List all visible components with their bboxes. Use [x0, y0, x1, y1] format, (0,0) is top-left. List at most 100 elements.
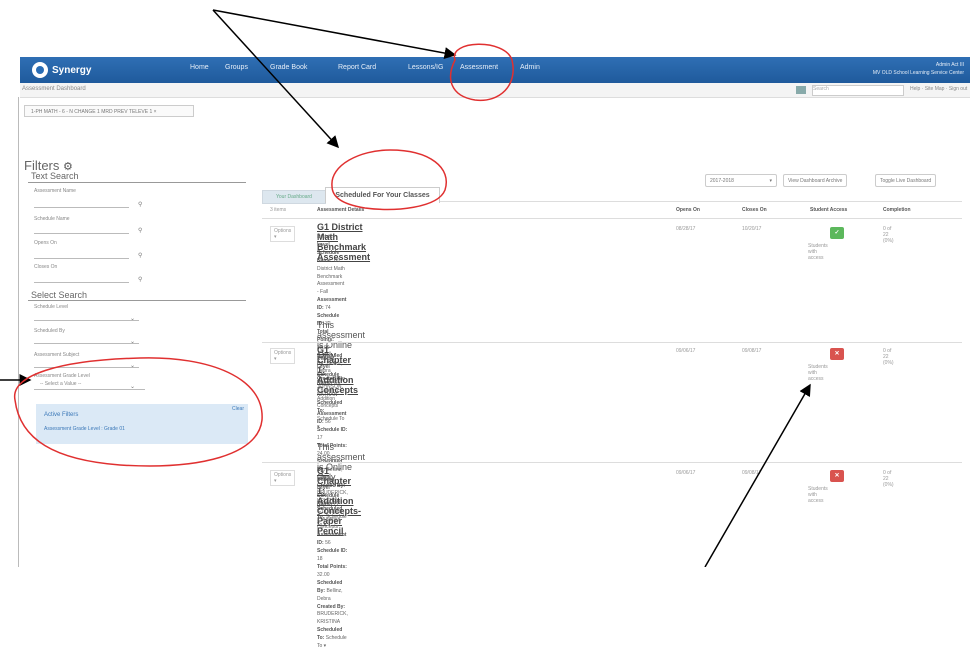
access-caption[interactable]: Students with access	[808, 486, 828, 504]
field-key: Schedule ID:	[317, 427, 348, 434]
top-navbar: Synergy Home Groups Grade Book Report Ca…	[20, 57, 970, 83]
field-key: Schedule ID:	[317, 548, 348, 555]
year-value: 2017-2018	[710, 178, 734, 184]
tab-your-dashboard[interactable]: Your Dashboard	[262, 190, 326, 204]
row-options-button[interactable]: Options ▾	[270, 226, 296, 242]
utility-links[interactable]: Help · Site Map · Sign out	[910, 86, 967, 92]
chevron-down-icon[interactable]: ⌄	[130, 338, 135, 345]
toggle-live-dashboard-button[interactable]: Toggle Live Dashboard	[875, 174, 937, 187]
nav-home[interactable]: Home	[190, 64, 209, 71]
field-label: Scheduled By	[34, 328, 65, 334]
active-filter-value[interactable]: Assessment Grade Level : Grade 01	[44, 426, 125, 432]
chevron-down-icon[interactable]: ⌄	[130, 362, 135, 369]
active-filters-title: Active Filters	[44, 412, 79, 418]
user-name: Admin Act III	[935, 62, 964, 68]
toolbar-icon[interactable]	[796, 86, 806, 94]
grade-level-select[interactable]: -- Select a Value --	[34, 381, 145, 390]
user-org: MV OLD School Learning Service Center	[872, 70, 964, 76]
nav-groups[interactable]: Groups	[225, 64, 248, 71]
field-key: Created By:	[317, 603, 346, 610]
active-filters-panel: Clear Active Filters Assessment Grade Le…	[36, 404, 248, 444]
chevron-down-icon: ▾	[769, 178, 772, 184]
nav-assessment[interactable]: Assessment	[460, 64, 498, 71]
annotation-arrow	[704, 383, 811, 567]
search-icon[interactable]: ⚲	[138, 252, 142, 259]
user-info[interactable]: Admin Act III MV OLD School Learning Ser…	[873, 61, 964, 77]
completion-value: 0 of 22 (0%)	[883, 470, 894, 488]
nav-lessons[interactable]: Lessons/IG	[408, 64, 443, 71]
field-key: Assessment ID:	[317, 411, 347, 426]
closes-on-date: 09/08/17	[742, 470, 762, 476]
opens-on-date: 08/28/17	[676, 226, 696, 232]
col-header-access[interactable]: Student Access	[810, 207, 847, 213]
search-icon[interactable]: ⚲	[138, 201, 142, 208]
access-caption[interactable]: Students with access	[808, 364, 828, 382]
item-count: 3 items	[270, 207, 287, 213]
document-tab[interactable]: 1-PH MATH - 6 - N CHANGE 1 MRD PREV TELE…	[24, 105, 194, 117]
clear-filters-link[interactable]: Clear	[232, 406, 244, 412]
closes-on-input[interactable]	[34, 274, 129, 283]
breadcrumb: Assessment Dashboard	[22, 86, 86, 92]
section-divider	[28, 182, 246, 183]
text-search-title: Text Search	[31, 171, 79, 181]
col-header-opens[interactable]: Opens On	[676, 207, 700, 213]
opens-on-date: 09/06/17	[676, 348, 696, 354]
level-text: District Level	[317, 234, 335, 248]
assessment-subject-select[interactable]	[34, 359, 139, 368]
access-caption[interactable]: Students with access	[808, 243, 828, 261]
completion-value: 0 of 22 (0%)	[883, 348, 894, 366]
logo-text: Synergy	[52, 64, 92, 76]
global-search-input[interactable]: Search	[812, 85, 904, 96]
opens-on-input[interactable]	[34, 250, 129, 259]
field-key: Assessment ID:	[317, 297, 347, 312]
nav-admin[interactable]: Admin	[520, 64, 540, 71]
row-options-button[interactable]: Options ▾	[270, 348, 296, 364]
scheduled-by-select[interactable]	[34, 335, 139, 344]
tab-scheduled-for-classes[interactable]: Scheduled For Your Classes	[325, 187, 440, 203]
field-label: Schedule Name	[34, 216, 70, 222]
closes-on-date: 09/08/17	[742, 348, 762, 354]
assessment-id-value: 56	[325, 419, 331, 426]
sub-toolbar: Assessment Dashboard Search Help · Site …	[20, 83, 970, 98]
schedule-name-input[interactable]	[34, 225, 129, 234]
col-header-completion[interactable]: Completion	[883, 207, 911, 213]
field-label: Assessment Subject	[34, 352, 80, 358]
opens-on-date: 09/06/17	[676, 470, 696, 476]
assessment-id-value: 74	[325, 305, 331, 312]
row-divider	[262, 342, 962, 343]
year-select[interactable]: 2017-2018 ▾	[705, 174, 777, 187]
nav-grade-book[interactable]: Grade Book	[270, 64, 307, 71]
row-divider	[262, 218, 962, 219]
field-label: Schedule Level	[34, 304, 69, 310]
chevron-down-icon[interactable]: ⌄	[130, 315, 135, 322]
search-icon[interactable]: ⚲	[138, 276, 142, 283]
field-label: Closes On	[34, 264, 58, 270]
col-header-details[interactable]: Assessment Details	[317, 207, 364, 213]
row-options-button[interactable]: Options ▾	[270, 470, 296, 486]
schedule-id-value: 17	[317, 435, 323, 442]
student-access-button[interactable]: ✕	[830, 470, 844, 482]
app-logo[interactable]: Synergy	[32, 60, 91, 80]
field-label: Assessment Grade Level	[34, 373, 90, 379]
schedule-level-select[interactable]	[34, 312, 139, 321]
search-icon[interactable]: ⚲	[138, 227, 142, 234]
assessment-id-value: 56	[325, 540, 331, 547]
annotation-arrow	[212, 9, 457, 59]
dashboard-archive-button[interactable]: View Dashboard Archive	[783, 174, 848, 187]
total-points-value: 32.00	[317, 571, 330, 578]
col-header-closes[interactable]: Closes On	[742, 207, 767, 213]
level-text: District Level	[317, 356, 335, 370]
field-label: Opens On	[34, 240, 57, 246]
select-search-title: Select Search	[31, 290, 88, 300]
chevron-down-icon[interactable]: ⌄	[130, 383, 135, 390]
assessment-name-input[interactable]	[34, 199, 129, 208]
level-text: District Level	[317, 477, 335, 491]
student-access-button[interactable]: ✕	[830, 348, 844, 360]
student-access-button[interactable]: ✓	[830, 227, 844, 239]
completion-value: 0 of 22 (0%)	[883, 226, 894, 244]
nav-report-card[interactable]: Report Card	[338, 64, 376, 71]
section-divider	[28, 300, 246, 301]
created-by-value: BRUDERICK, KRISTINA	[317, 611, 348, 626]
closes-on-date: 10/20/17	[742, 226, 762, 232]
assessment-details: District Level Schedule Name: PP G1 Chap…	[317, 477, 348, 651]
